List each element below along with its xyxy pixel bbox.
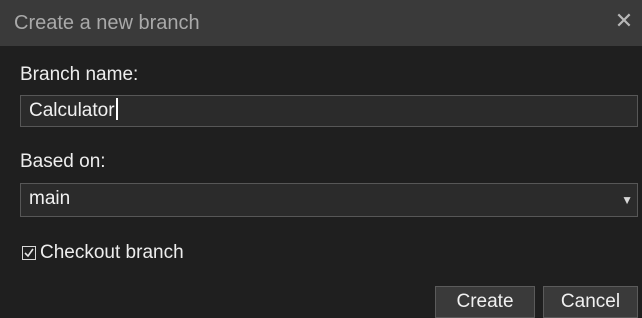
based-on-value: main	[29, 188, 71, 209]
branch-name-input[interactable]: Calculator	[20, 95, 638, 127]
cancel-button[interactable]: Cancel	[543, 286, 638, 318]
checkout-branch-option[interactable]: Checkout branch	[22, 241, 184, 265]
checkout-branch-label: Checkout branch	[40, 242, 184, 263]
checkout-checkbox[interactable]	[22, 246, 36, 260]
branch-name-value: Calculator	[29, 100, 115, 121]
chevron-down-icon: ▼	[621, 193, 633, 207]
create-branch-dialog: Create a new branch ✕ Branch name: Calcu…	[0, 0, 642, 318]
text-caret	[115, 98, 118, 120]
dialog-title: Create a new branch	[14, 12, 200, 34]
create-button[interactable]: Create	[435, 286, 535, 318]
based-on-label: Based on:	[20, 151, 106, 172]
based-on-select[interactable]: main ▼	[20, 183, 638, 217]
checkmark-icon	[24, 248, 34, 258]
dialog-titlebar: Create a new branch ✕	[0, 0, 642, 46]
branch-name-label: Branch name:	[20, 64, 139, 85]
close-icon[interactable]: ✕	[612, 9, 636, 33]
